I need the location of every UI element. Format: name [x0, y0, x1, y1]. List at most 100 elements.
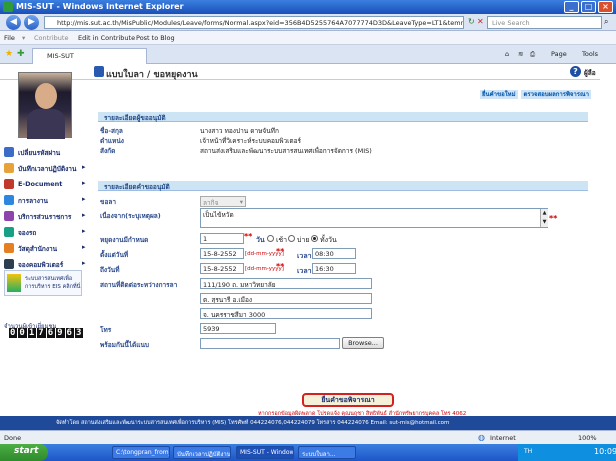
url-input[interactable]: http://mis.sut.ac.th/MisPublic/Modules/L…	[44, 16, 464, 29]
minimize-button[interactable]: _	[564, 1, 579, 13]
back-icon[interactable]: ◀	[6, 15, 21, 30]
address-line3-input[interactable]: จ. นครราชสีมา 3000	[200, 308, 372, 319]
user-photo	[18, 72, 72, 139]
attach-label: พร้อมกันนี้ได้แนบ	[100, 341, 150, 349]
leave-type-select[interactable]: ลากิจ ▾	[200, 196, 246, 207]
address-line2-input[interactable]: ต. สุรนารี อ.เมือง	[200, 293, 372, 304]
menu-file[interactable]: File	[4, 34, 15, 42]
position-value: เจ้าหน้าที่วิเคราะห์ระบบคอมพิวเตอร์	[200, 137, 302, 145]
chevron-right-icon: ▸	[82, 179, 86, 187]
maximize-button[interactable]: □	[581, 1, 596, 13]
task-explorer[interactable]: C:\tongpran_from_1...	[112, 446, 170, 459]
end-date-input[interactable]: 15-8-2552	[200, 263, 244, 274]
reason-textarea[interactable]: เป็นไข้หวัด	[200, 208, 548, 228]
sidebar-item-leave[interactable]: การลางาน ▸	[4, 194, 90, 206]
close-button[interactable]: ×	[598, 1, 613, 13]
chevron-right-icon: ▸	[82, 243, 86, 251]
calendar-icon	[4, 195, 14, 205]
sidebar-item-label: บันทึกเวลาปฏิบัติงาน	[18, 165, 77, 173]
radio-morning[interactable]	[267, 234, 274, 242]
check-result-link[interactable]: ตรวจสอบผลการพิจารณา	[521, 90, 591, 99]
start-button[interactable]: start	[0, 444, 48, 461]
phone-label: โทร	[100, 326, 112, 334]
sidebar-item-label: วัสดุสำนักงาน	[18, 245, 58, 253]
form-icon	[94, 66, 104, 77]
favorites-star-icon[interactable]: ★	[5, 49, 13, 59]
start-date-input[interactable]: 15-8-2552	[200, 248, 244, 259]
browse-button[interactable]: Browse...	[342, 337, 384, 349]
stop-icon[interactable]: ✕	[477, 17, 484, 26]
chart-icon	[7, 274, 21, 292]
counter-digit: 1	[27, 328, 37, 338]
box-icon	[4, 243, 14, 253]
status-bar: Done ◍ Internet 100%	[0, 430, 616, 444]
chevron-right-icon: ▸	[82, 195, 86, 203]
sidebar-item-label: บริการส่วนราชการ	[18, 213, 72, 221]
forward-icon[interactable]: ▶	[24, 15, 39, 30]
menu-bar: File ▾ Contribute Edit in Contribute Pos…	[0, 31, 616, 45]
phone-input[interactable]: 5939	[200, 323, 276, 334]
radio-fullday[interactable]	[311, 234, 318, 242]
days-input[interactable]: 1	[200, 233, 244, 244]
start-time-label: เวลา	[297, 252, 312, 260]
task-mis-sut[interactable]: MIS-SUT - Windows I...	[236, 446, 294, 459]
leave-type-label: ขอลา	[100, 198, 116, 206]
end-time-input[interactable]: 16:30	[312, 263, 356, 274]
address-bar: ◀ ▶ http://mis.sut.ac.th/MisPublic/Modul…	[0, 14, 616, 31]
menu-post-to-blog[interactable]: Post to Blog	[136, 34, 175, 42]
menu-contribute[interactable]: Contribute	[34, 34, 68, 42]
sidebar-item-label: จองคอมพิวเตอร์	[18, 261, 64, 269]
tools-menu[interactable]: Tools	[582, 50, 598, 58]
eis-label: ระบบสารสนเทศเพื่อการบริหาร EIS คลิกที่นี…	[25, 276, 81, 290]
help-icon[interactable]: ?	[570, 66, 581, 77]
sidebar-item-label: การลางาน	[18, 197, 48, 205]
sidebar-item-car-booking[interactable]: จองรถ ▸	[4, 226, 90, 238]
textarea-scrollbar[interactable]: ▲ ▼	[540, 209, 548, 227]
task-timesheet[interactable]: บันทึกเวลาปฏิบัติงาน...	[173, 446, 231, 459]
search-input[interactable]: Live Search	[487, 16, 602, 29]
new-request-link[interactable]: ยื่นคำขอใหม่	[480, 90, 518, 99]
submit-button[interactable]: ยื่นคำขอพิจารณา	[302, 393, 394, 407]
print-icon[interactable]: ⎙	[530, 50, 535, 59]
address-line1-input[interactable]: 111/190 ถ. มหาวิทยาลัย	[200, 278, 372, 289]
start-time-input[interactable]: 08:30	[312, 248, 356, 259]
clock: 10:09	[594, 447, 616, 456]
page-menu[interactable]: Page	[551, 50, 567, 58]
sidebar-item-services[interactable]: บริการส่วนราชการ ▸	[4, 210, 90, 222]
sidebar-item-computer-booking[interactable]: จองคอมพิวเตอร์ ▸	[4, 258, 90, 270]
sidebar-item-office-supplies[interactable]: วัสดุสำนักงาน ▸	[4, 242, 90, 254]
approver-section-header: รายละเอียดผู้ขออนุมัติ	[98, 112, 588, 122]
zoom-level[interactable]: 100%	[578, 434, 597, 442]
search-icon[interactable]: ⌕	[604, 17, 608, 27]
required-mark: **	[276, 262, 285, 271]
department-value: สถานส่งเสริมและพัฒนาระบบสารสนเทศเพื่อการ…	[200, 147, 372, 155]
eis-banner[interactable]: ระบบสารสนเทศเพื่อการบริหาร EIS คลิกที่นี…	[4, 270, 82, 296]
language-indicator[interactable]: TH	[524, 448, 532, 455]
start-date-label: ตั้งแต่วันที่	[100, 251, 129, 259]
radio-afternoon-label: บ่าย	[297, 236, 310, 244]
visitor-counter: 00176963	[9, 328, 84, 338]
counter-digit: 3	[74, 328, 84, 338]
reason-label: เนื่องจาก(ระบุเหตุผล)	[100, 212, 161, 220]
attach-file-input[interactable]	[200, 338, 340, 349]
add-favorite-icon[interactable]: ✚	[17, 49, 25, 59]
tab-mis-sut[interactable]: MIS-SUT	[32, 48, 147, 64]
sidebar-item-edocument[interactable]: E-Document ▸	[4, 178, 90, 190]
radio-afternoon[interactable]	[288, 234, 295, 242]
required-mark: **	[549, 214, 558, 223]
menu-edit-in-contribute[interactable]: Edit in Contribute	[78, 34, 135, 42]
sidebar-item-timesheet[interactable]: บันทึกเวลาปฏิบัติงาน ▸	[4, 162, 90, 174]
days-unit: วัน	[256, 236, 265, 244]
sidebar-item-change-password[interactable]: เปลี่ยนรหัสผ่าน	[4, 146, 90, 158]
people-icon	[4, 211, 14, 221]
menu-dropdown-icon[interactable]: ▾	[22, 34, 25, 42]
app-icon	[3, 2, 13, 12]
task-leave-system[interactable]: ระบบใบลา...	[298, 446, 356, 459]
feeds-icon[interactable]: ≋	[518, 50, 523, 58]
refresh-icon[interactable]: ↻	[468, 17, 475, 26]
home-icon[interactable]: ⌂	[505, 50, 509, 58]
counter-digit: 6	[46, 328, 56, 338]
clock-icon	[4, 163, 14, 173]
address-label: สถานที่ติดต่อระหว่างการลา	[100, 281, 178, 289]
department-label: สังกัด	[100, 147, 116, 155]
